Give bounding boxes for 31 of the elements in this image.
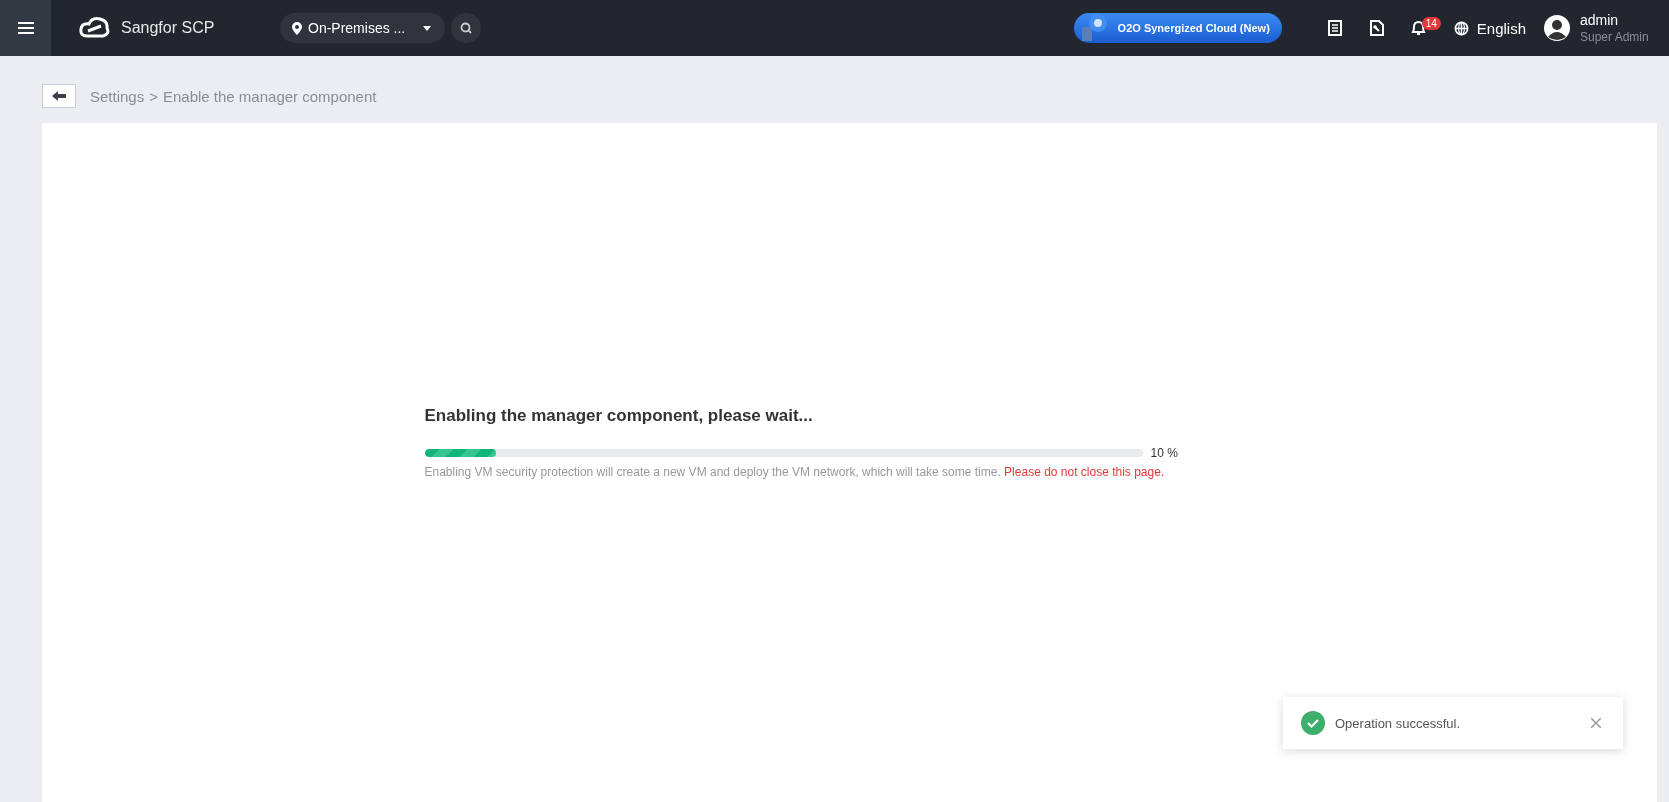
toast-message: Operation successful. xyxy=(1335,715,1461,731)
promo-button[interactable]: O2O Synergized Cloud (New) xyxy=(1073,13,1282,43)
user-name: admin xyxy=(1580,12,1620,28)
clipboard-icon xyxy=(1327,20,1342,36)
breadcrumb-current: Enable the manager component xyxy=(162,87,377,105)
user-role: Super Admin xyxy=(1580,30,1649,44)
notification-count: 14 xyxy=(1421,17,1441,30)
caret-icon xyxy=(423,25,432,31)
location-dropdown[interactable]: On-Premises ... xyxy=(280,13,446,43)
breadcrumb-separator: > xyxy=(149,87,158,105)
pin-icon xyxy=(292,21,302,35)
description-text: Enabling VM security protection will create a new VM and deploy the VM network, which will take some time. xyxy=(424,465,1001,479)
close-icon xyxy=(1591,718,1601,728)
search-icon xyxy=(460,22,473,34)
document-wrench-icon xyxy=(1369,20,1384,36)
back-button[interactable] xyxy=(42,84,76,108)
check-circle-icon xyxy=(1301,711,1325,735)
menu-button[interactable] xyxy=(0,0,51,56)
search-button[interactable] xyxy=(451,13,482,43)
globe-icon xyxy=(1453,20,1469,36)
close-button[interactable] xyxy=(1589,716,1603,730)
left-arrow-icon xyxy=(52,91,66,101)
bell-icon xyxy=(1411,20,1427,36)
app-name: Sangfor SCP xyxy=(121,19,215,37)
progress-reading: 10 % xyxy=(1150,446,1179,460)
language-button[interactable]: English xyxy=(1453,19,1526,37)
menu-icon xyxy=(17,21,34,35)
avatar-icon xyxy=(1544,15,1570,41)
cloud-logo-icon xyxy=(79,16,111,40)
progress-title: Enabling the manager component, please wait... xyxy=(424,406,814,426)
warning-text: Please do not close this page. xyxy=(1004,465,1165,479)
